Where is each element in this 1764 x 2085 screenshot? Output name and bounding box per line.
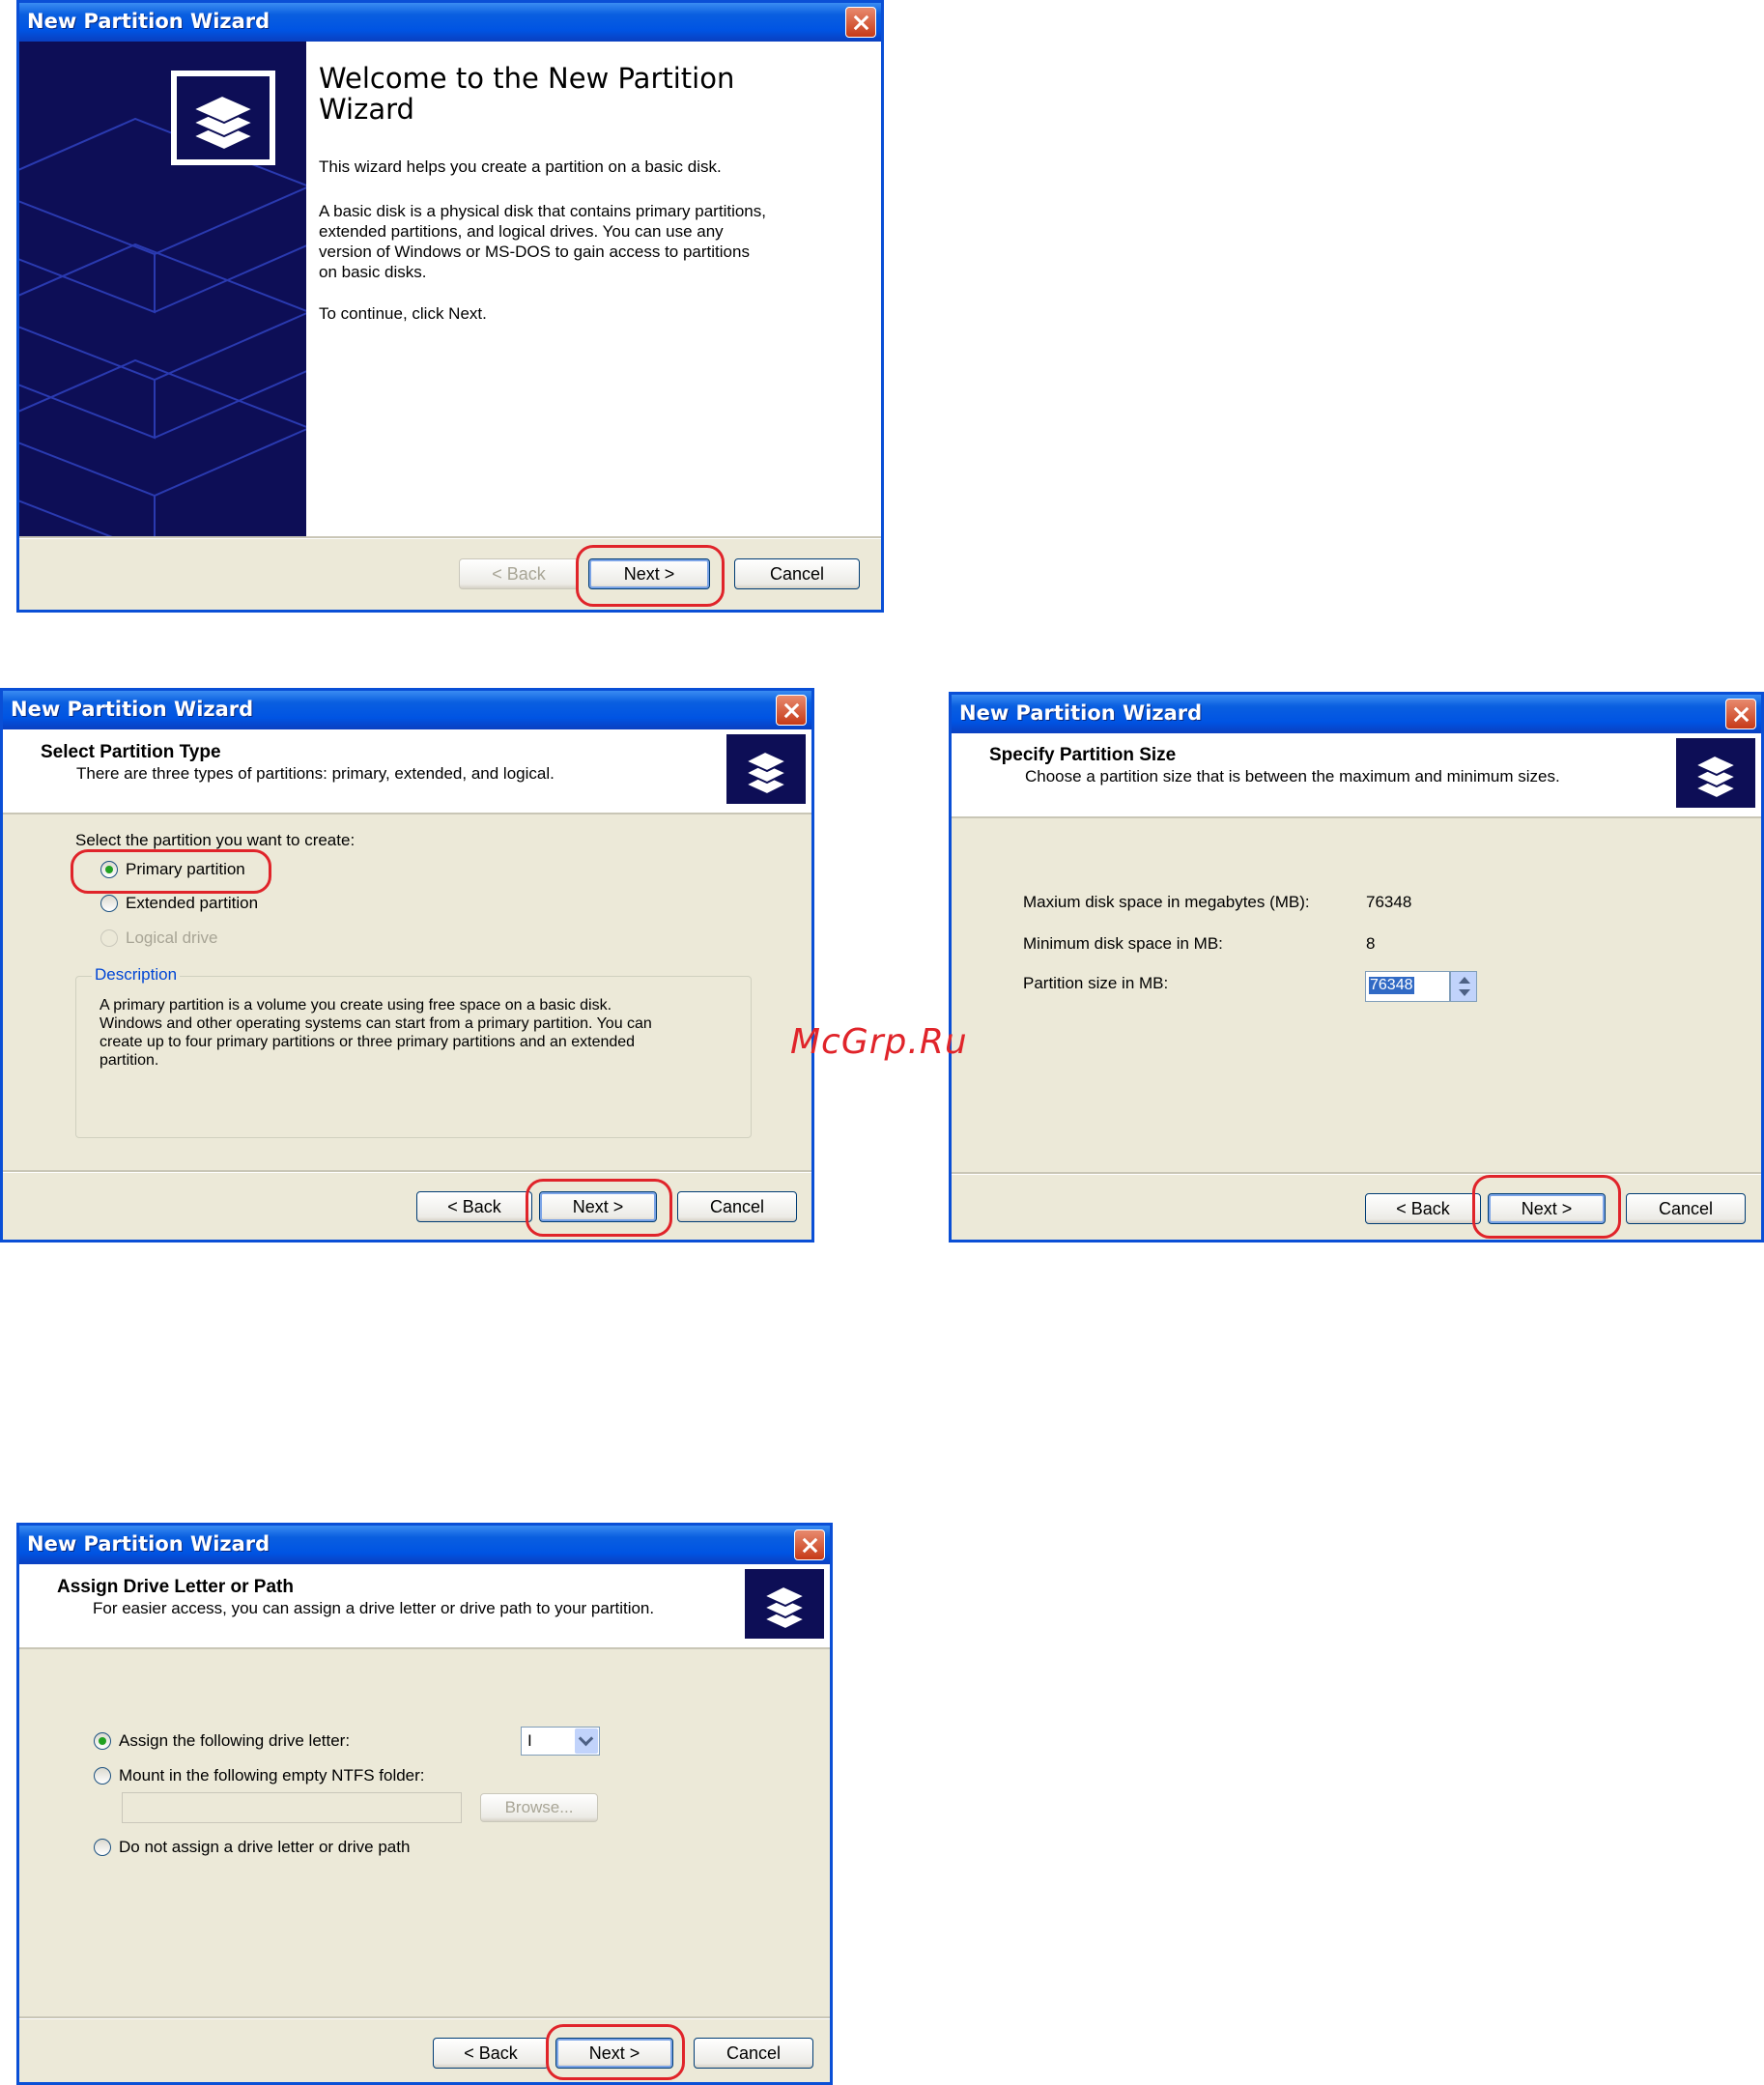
window-title: New Partition Wizard: [27, 1532, 270, 1556]
chevron-glyph: [578, 1730, 594, 1747]
disk-stack-illustration-icon: [19, 71, 306, 536]
close-icon[interactable]: [776, 695, 807, 726]
cancel-button[interactable]: Cancel: [677, 1191, 797, 1222]
spin-up-icon[interactable]: [1459, 977, 1470, 984]
wizard-disk-icon: [745, 1569, 824, 1639]
watermark: McGrp.Ru: [790, 1022, 968, 1062]
cancel-button[interactable]: Cancel: [694, 2038, 813, 2069]
welcome-dialog: New Partition Wizard Welcome to the New …: [16, 0, 884, 613]
footer-separator: [19, 2016, 830, 2019]
title-bar[interactable]: New Partition Wizard: [3, 691, 811, 729]
partition-size-label: Partition size in MB:: [1023, 974, 1169, 992]
window-title: New Partition Wizard: [27, 10, 270, 33]
min-disk-space-value: 8: [1366, 934, 1376, 953]
next-highlight: [526, 1179, 672, 1237]
select-partition-type-dialog: New Partition Wizard Select Partition Ty…: [0, 688, 814, 1242]
next-highlight: [1472, 1175, 1621, 1239]
wizard-header: Assign Drive Letter or Path For easier a…: [19, 1564, 830, 1649]
footer-separator: [952, 1172, 1761, 1175]
partition-size-input[interactable]: 76348: [1365, 971, 1450, 1002]
browse-button[interactable]: Browse...: [480, 1793, 598, 1822]
partition-prompt: Select the partition you want to create:: [75, 831, 356, 849]
footer-separator: [3, 1170, 811, 1173]
partition-size-spinner[interactable]: [1450, 971, 1477, 1002]
mount-folder-path-input[interactable]: [122, 1792, 462, 1823]
header-title: Assign Drive Letter or Path: [57, 1577, 294, 1597]
window-title: New Partition Wizard: [959, 701, 1203, 725]
description-group: Description A primary partition is a vol…: [75, 965, 752, 1138]
back-button[interactable]: < Back: [459, 558, 579, 589]
description-label: Description: [92, 965, 181, 985]
description-text: A primary partition is a volume you crea…: [100, 997, 652, 1069]
back-button[interactable]: < Back: [433, 2038, 549, 2069]
assign-drive-letter-dialog: New Partition Wizard Assign Drive Letter…: [16, 1523, 833, 2085]
drive-letter-select[interactable]: I: [521, 1727, 600, 1756]
window-title: New Partition Wizard: [11, 698, 254, 721]
max-disk-space-label: Maxium disk space in megabytes (MB):: [1023, 893, 1310, 911]
header-title: Select Partition Type: [41, 742, 221, 762]
assign-drive-letter-label[interactable]: Assign the following drive letter:: [119, 1731, 350, 1751]
welcome-heading: Welcome to the New Partition Wizard: [319, 62, 735, 126]
title-bar[interactable]: New Partition Wizard: [19, 1526, 830, 1564]
max-disk-space-value: 76348: [1366, 893, 1412, 911]
extended-partition-radio[interactable]: [100, 895, 118, 912]
no-drive-letter-label[interactable]: Do not assign a drive letter or drive pa…: [119, 1838, 410, 1857]
close-icon[interactable]: [794, 1529, 825, 1560]
welcome-content: Welcome to the New Partition Wizard This…: [306, 42, 881, 536]
next-highlight: [546, 2024, 685, 2080]
min-disk-space-label: Minimum disk space in MB:: [1023, 934, 1223, 953]
partition-size-value: 76348: [1369, 977, 1414, 994]
spin-down-icon[interactable]: [1459, 989, 1470, 996]
logical-drive-radio[interactable]: [100, 929, 118, 947]
welcome-basic-disk-info: A basic disk is a physical disk that con…: [319, 202, 766, 281]
wizard-side-banner: [19, 42, 306, 536]
logical-drive-label: Logical drive: [126, 928, 218, 947]
wizard-disk-icon: [1676, 738, 1755, 808]
header-subtitle: For easier access, you can assign a driv…: [93, 1599, 655, 1617]
drive-letter-value: I: [527, 1731, 532, 1750]
close-icon[interactable]: [1725, 699, 1756, 729]
wizard-disk-icon: [726, 734, 806, 804]
specify-partition-size-dialog: New Partition Wizard Specify Partition S…: [949, 692, 1764, 1242]
footer-separator: [19, 536, 881, 539]
next-highlight: [576, 545, 725, 607]
header-subtitle: Choose a partition size that is between …: [1025, 767, 1560, 785]
wizard-header: Specify Partition Size Choose a partitio…: [952, 733, 1761, 818]
header-title: Specify Partition Size: [989, 745, 1177, 765]
primary-partition-highlight: [71, 849, 271, 894]
title-bar[interactable]: New Partition Wizard: [19, 3, 881, 42]
cancel-button[interactable]: Cancel: [1626, 1193, 1746, 1224]
cancel-button[interactable]: Cancel: [734, 558, 860, 589]
title-bar[interactable]: New Partition Wizard: [952, 695, 1761, 733]
extended-partition-label[interactable]: Extended partition: [126, 894, 258, 913]
header-subtitle: There are three types of partitions: pri…: [76, 764, 555, 783]
back-button[interactable]: < Back: [1365, 1193, 1481, 1224]
welcome-continue-hint: To continue, click Next.: [319, 304, 487, 323]
close-icon[interactable]: [845, 7, 876, 38]
no-drive-letter-radio[interactable]: [94, 1839, 111, 1856]
chevron-down-icon[interactable]: [575, 1728, 598, 1754]
wizard-header: Select Partition Type There are three ty…: [3, 729, 811, 814]
assign-drive-letter-radio[interactable]: [94, 1732, 111, 1750]
mount-folder-radio[interactable]: [94, 1767, 111, 1785]
back-button[interactable]: < Back: [416, 1191, 532, 1222]
welcome-intro: This wizard helps you create a partition…: [319, 157, 722, 176]
mount-folder-label[interactable]: Mount in the following empty NTFS folder…: [119, 1766, 425, 1785]
